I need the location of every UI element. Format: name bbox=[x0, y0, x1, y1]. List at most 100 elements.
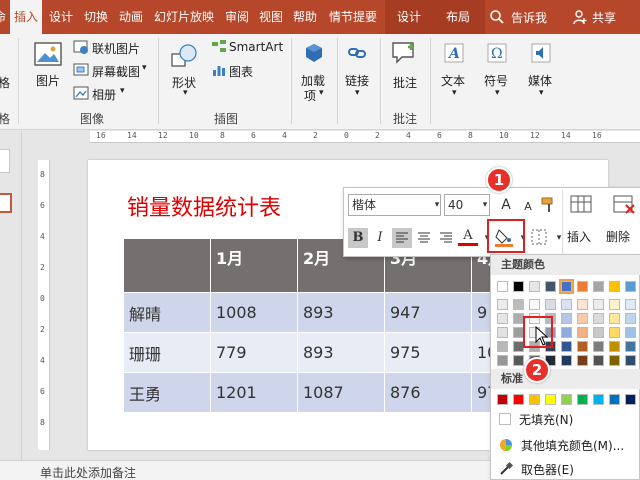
notes-placeholder[interactable]: 单击此处添加备注 bbox=[40, 464, 136, 480]
theme-color-swatch[interactable] bbox=[497, 341, 508, 352]
theme-color-swatch[interactable] bbox=[577, 313, 588, 324]
share-button[interactable]: 共享 bbox=[572, 0, 616, 34]
theme-color-swatch[interactable] bbox=[609, 299, 620, 310]
table-cell[interactable]: 1201 bbox=[210, 372, 298, 413]
tab-help[interactable]: 帮助 bbox=[293, 0, 317, 34]
chart-button[interactable]: 图表 bbox=[229, 63, 253, 80]
theme-color-swatch[interactable] bbox=[577, 341, 588, 352]
table-cell[interactable]: 王勇 bbox=[123, 372, 211, 413]
theme-color-swatch[interactable] bbox=[593, 355, 604, 366]
theme-color-swatch[interactable] bbox=[577, 299, 588, 310]
theme-color-swatch[interactable] bbox=[529, 299, 540, 310]
tab-storyboard[interactable]: 情节提要 bbox=[329, 0, 377, 34]
tab-view[interactable]: 视图 bbox=[259, 0, 283, 34]
table-cell[interactable]: 1008 bbox=[210, 292, 298, 333]
addins-button-line2[interactable]: 项 bbox=[304, 87, 316, 104]
shrink-font-button[interactable]: A bbox=[518, 197, 538, 217]
table-header-cell[interactable] bbox=[123, 238, 211, 293]
font-color-button[interactable]: A bbox=[458, 226, 478, 246]
standard-color-swatch[interactable] bbox=[513, 394, 524, 405]
theme-color-swatch[interactable] bbox=[577, 327, 588, 338]
theme-color-swatch[interactable] bbox=[497, 355, 508, 366]
bold-button[interactable]: B bbox=[348, 228, 368, 248]
standard-color-swatch[interactable] bbox=[593, 394, 604, 405]
theme-color-swatch[interactable] bbox=[593, 299, 604, 310]
theme-color-swatch[interactable] bbox=[497, 299, 508, 310]
table-cell[interactable]: 珊珊 bbox=[123, 332, 211, 373]
comment-button[interactable]: 批注 bbox=[393, 74, 417, 91]
standard-color-swatch[interactable] bbox=[609, 394, 620, 405]
insert-label[interactable]: 插入 bbox=[567, 228, 591, 245]
align-left-button[interactable] bbox=[392, 228, 412, 248]
tab-table-design[interactable]: 设计 bbox=[397, 0, 421, 34]
theme-color-swatch[interactable] bbox=[609, 281, 620, 292]
theme-color-swatch[interactable] bbox=[625, 341, 636, 352]
table-cell[interactable]: 876 bbox=[384, 372, 472, 413]
standard-color-swatch[interactable] bbox=[561, 394, 572, 405]
theme-color-swatch[interactable] bbox=[513, 355, 524, 366]
theme-color-swatch[interactable] bbox=[593, 313, 604, 324]
align-center-button[interactable] bbox=[414, 228, 434, 251]
slide-title[interactable]: 销量数据统计表 bbox=[127, 190, 281, 222]
italic-button[interactable]: I bbox=[370, 228, 390, 248]
theme-color-swatch[interactable] bbox=[513, 281, 524, 292]
table-header-cell[interactable]: 1月 bbox=[210, 238, 298, 293]
screenshot-button[interactable]: 屏幕截图 bbox=[92, 63, 140, 80]
table-cell[interactable]: 解晴 bbox=[123, 292, 211, 333]
theme-color-swatch[interactable] bbox=[561, 313, 572, 324]
tab-slideshow[interactable]: 幻灯片放映 bbox=[154, 0, 214, 34]
tell-me-search[interactable]: 告诉我 bbox=[489, 0, 547, 34]
theme-color-swatch[interactable] bbox=[497, 327, 508, 338]
standard-color-swatch[interactable] bbox=[625, 394, 636, 405]
delete-label[interactable]: 删除 bbox=[606, 228, 630, 245]
chevron-down-icon[interactable]: ▾ bbox=[475, 195, 495, 215]
theme-color-swatch[interactable] bbox=[609, 355, 620, 366]
borders-button[interactable] bbox=[530, 228, 548, 249]
theme-color-swatch[interactable] bbox=[625, 313, 636, 324]
table-cell[interactable]: 947 bbox=[384, 292, 472, 333]
theme-color-swatch[interactable] bbox=[545, 299, 556, 310]
slide-thumbnail[interactable] bbox=[0, 149, 10, 173]
theme-color-swatch[interactable] bbox=[577, 355, 588, 366]
theme-color-swatch[interactable] bbox=[577, 281, 588, 292]
album-button[interactable]: 相册 bbox=[92, 86, 116, 103]
standard-color-swatch[interactable] bbox=[497, 394, 508, 405]
more-colors-item[interactable]: 其他填充颜色(M)... bbox=[499, 435, 624, 455]
theme-color-swatch[interactable] bbox=[561, 355, 572, 366]
table-cell[interactable]: 893 bbox=[297, 332, 385, 373]
theme-color-swatch[interactable] bbox=[561, 341, 572, 352]
theme-color-swatch[interactable] bbox=[625, 327, 636, 338]
no-fill-item[interactable]: 无填充(N) bbox=[499, 409, 573, 429]
align-right-button[interactable] bbox=[436, 228, 456, 251]
theme-color-swatch[interactable] bbox=[497, 313, 508, 324]
table-cell[interactable]: 779 bbox=[210, 332, 298, 373]
theme-color-swatch[interactable] bbox=[593, 341, 604, 352]
standard-color-swatch[interactable] bbox=[529, 394, 540, 405]
theme-color-swatch[interactable] bbox=[609, 327, 620, 338]
theme-color-swatch[interactable] bbox=[593, 281, 604, 292]
slide-thumbnail-selected[interactable] bbox=[0, 193, 12, 213]
theme-color-swatch[interactable] bbox=[625, 299, 636, 310]
tab-review[interactable]: 审阅 bbox=[225, 0, 249, 34]
tab-animations[interactable]: 动画 bbox=[119, 0, 143, 34]
eyedropper-item[interactable]: 取色器(E) bbox=[499, 459, 574, 479]
table-cell[interactable]: 1087 bbox=[297, 372, 385, 413]
online-picture-button[interactable]: 联机图片 bbox=[92, 40, 140, 57]
links-button[interactable]: 链接 bbox=[345, 72, 369, 89]
symbols-button[interactable]: 符号 bbox=[484, 72, 508, 89]
theme-color-swatch[interactable] bbox=[625, 281, 636, 292]
theme-color-swatch[interactable] bbox=[497, 281, 508, 292]
theme-color-swatch[interactable] bbox=[559, 279, 574, 294]
tab-file-cut[interactable]: 命 bbox=[0, 0, 6, 34]
standard-color-swatch[interactable] bbox=[545, 394, 556, 405]
theme-color-swatch[interactable] bbox=[561, 299, 572, 310]
text-button[interactable]: 文本 bbox=[441, 72, 465, 89]
theme-color-swatch[interactable] bbox=[513, 299, 524, 310]
grow-font-button[interactable]: A bbox=[496, 195, 516, 215]
tab-transitions[interactable]: 切换 bbox=[84, 0, 108, 34]
tab-design[interactable]: 设计 bbox=[49, 0, 73, 34]
picture-label[interactable]: 图片 bbox=[36, 72, 60, 89]
tab-table-layout[interactable]: 布局 bbox=[446, 0, 470, 34]
format-painter-icon[interactable] bbox=[540, 196, 558, 217]
theme-color-swatch[interactable] bbox=[625, 355, 636, 366]
